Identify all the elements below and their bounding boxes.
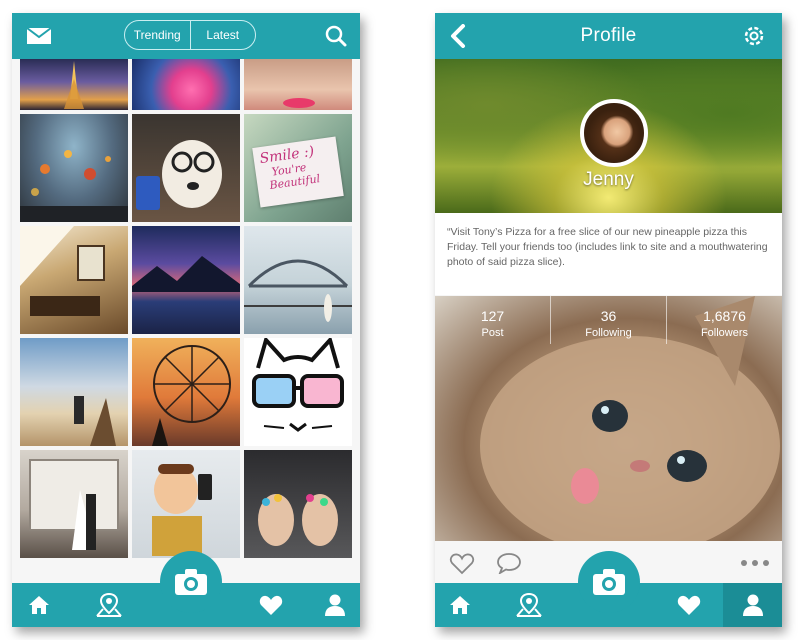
page-title: Profile <box>580 25 637 46</box>
profile-stats: 127 Post 36 Following 1,6876 Followers <box>435 296 782 344</box>
post-photo-kitten[interactable]: 127 Post 36 Following 1,6876 Followers <box>435 296 782 541</box>
stat-posts[interactable]: 127 Post <box>435 296 550 344</box>
stat-followers[interactable]: 1,6876 Followers <box>666 296 782 344</box>
camera-button[interactable] <box>578 551 640 613</box>
home-icon[interactable] <box>435 583 485 627</box>
smile-note-card: Smile :) You're Beautiful <box>252 136 344 208</box>
stat-posts-label: Post <box>481 327 504 339</box>
stat-posts-value: 127 <box>480 308 505 324</box>
heart-icon[interactable] <box>246 583 296 627</box>
profile-cover-photo: Jenny <box>435 59 782 213</box>
more-options-icon[interactable] <box>739 553 771 573</box>
comment-bubble-icon[interactable] <box>495 551 523 575</box>
stat-following-value: 36 <box>600 308 617 324</box>
stat-following-label: Following <box>585 327 632 339</box>
tab-trending[interactable]: Trending <box>125 21 190 49</box>
map-pin-icon[interactable] <box>504 583 554 627</box>
grid-photo-mountain-lake[interactable] <box>132 226 240 334</box>
grid-photo-attic[interactable] <box>20 226 128 334</box>
profile-header: Profile <box>435 13 782 59</box>
grid-photo-lips[interactable] <box>244 59 352 110</box>
grid-photo-toy-phone[interactable] <box>132 450 240 558</box>
grid-photo-wedding[interactable] <box>20 450 128 558</box>
post-caption: “Visit Tony’s Pizza for a free slice of … <box>435 213 782 295</box>
gear-icon[interactable] <box>741 23 767 49</box>
grid-photo-smile-note[interactable]: Smile :) You're Beautiful <box>244 114 352 222</box>
camera-button[interactable] <box>160 551 222 613</box>
grid-photo-nail-art[interactable] <box>244 450 352 558</box>
grid-photo-coral[interactable] <box>132 59 240 110</box>
grid-photo-woman-pier[interactable] <box>20 338 128 446</box>
grid-photo-cat-glasses[interactable] <box>244 335 352 446</box>
stat-followers-label: Followers <box>700 327 749 339</box>
tab-latest[interactable]: Latest <box>189 21 256 49</box>
mail-icon[interactable] <box>26 25 52 47</box>
stat-followers-value: 1,6876 <box>703 308 746 324</box>
camera-icon <box>175 569 207 595</box>
grid-photo-harbour-bridge[interactable] <box>244 226 352 334</box>
feed-tab-switcher: Trending Latest <box>124 20 256 50</box>
profile-screen: Profile Jenny “Visit Tony’s Pizza for a … <box>435 13 782 627</box>
user-icon[interactable] <box>310 583 360 627</box>
feed-header: Trending Latest <box>12 13 360 59</box>
user-icon-active[interactable] <box>723 583 782 627</box>
avatar[interactable] <box>580 99 648 167</box>
search-icon[interactable] <box>324 24 348 48</box>
camera-icon <box>593 569 625 595</box>
map-pin-icon[interactable] <box>84 583 134 627</box>
grid-photo-balloons[interactable] <box>20 114 128 222</box>
stat-following[interactable]: 36 Following <box>550 296 666 344</box>
grid-photo-dog-glasses[interactable] <box>132 114 240 222</box>
feed-screen: Trending Latest Smile :) You're Beautifu… <box>12 13 360 627</box>
profile-name: Jenny <box>583 169 634 190</box>
photo-grid: Smile :) You're Beautiful <box>20 59 352 581</box>
like-heart-icon[interactable] <box>449 551 475 575</box>
grid-photo-ferris-wheel[interactable] <box>132 338 240 446</box>
grid-photo-eiffel[interactable] <box>20 59 128 110</box>
home-icon[interactable] <box>14 583 64 627</box>
heart-icon[interactable] <box>664 583 714 627</box>
